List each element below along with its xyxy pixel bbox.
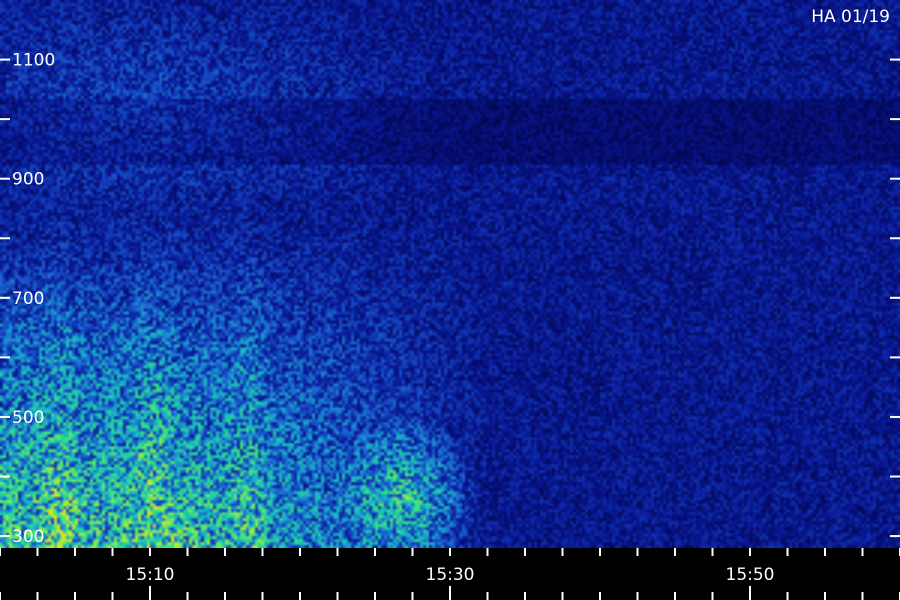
chart-title: HA 01/19 <box>811 7 890 27</box>
y-tick-label: 900 <box>12 170 44 190</box>
y-tick-label: 700 <box>12 289 44 309</box>
x-tick-label: 15:50 <box>726 565 775 585</box>
x-tick-label: 15:30 <box>426 565 475 585</box>
spectrogram-chart: 1100 900 700 500 300 15:10 15:30 15:50 HA 01/19 <box>0 0 900 600</box>
spectrogram-heatmap <box>0 0 900 548</box>
y-tick-label: 500 <box>12 408 44 428</box>
y-tick-label: 1100 <box>12 51 55 71</box>
y-tick-label: 300 <box>12 527 44 547</box>
x-tick-label: 15:10 <box>126 565 175 585</box>
